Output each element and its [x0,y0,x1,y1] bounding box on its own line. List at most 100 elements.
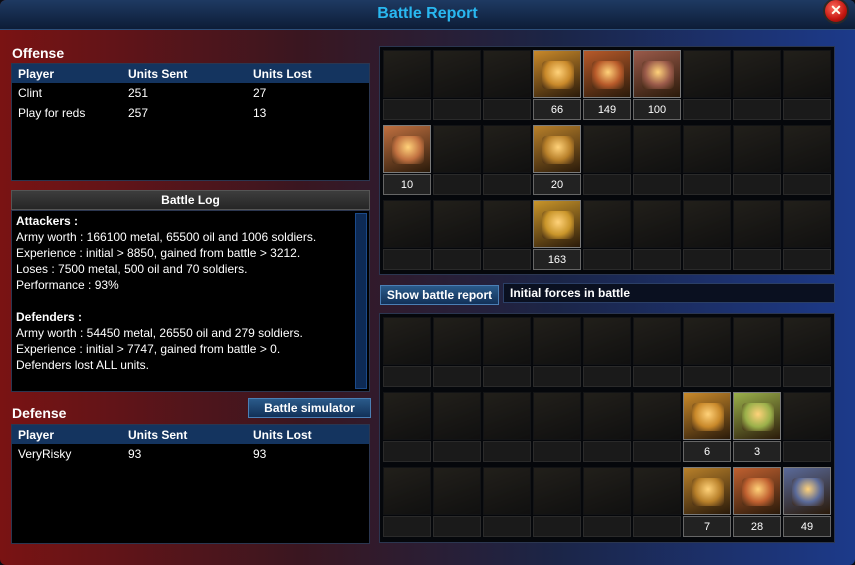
unit-slot[interactable] [683,125,731,197]
unit-slot[interactable] [633,125,681,197]
unit-slot[interactable] [383,317,431,389]
unit-slot[interactable]: 163 [533,200,581,272]
unit-slot[interactable] [733,200,781,272]
unit-slot[interactable] [483,200,531,272]
unit-count [533,441,581,462]
unit-slot[interactable] [483,50,531,122]
unit-slot[interactable]: 100 [633,50,681,122]
unit-count [433,99,481,120]
unit-sprite [392,136,424,164]
show-battle-report-button[interactable]: Show battle report [380,285,499,305]
mech-icon [683,467,731,515]
unit-slot[interactable] [383,200,431,272]
artillery-icon [533,125,581,173]
unit-slot[interactable]: 3 [733,392,781,464]
unit-slot[interactable] [383,50,431,122]
unit-slot[interactable] [433,317,481,389]
unit-slot[interactable] [633,317,681,389]
unit-slot[interactable] [583,125,631,197]
unit-slot[interactable] [683,317,731,389]
battle-simulator-button[interactable]: Battle simulator [248,398,371,418]
log-blank-line [16,293,349,309]
unit-slot[interactable] [783,392,831,464]
apc-icon [633,392,681,440]
unit-count [383,249,431,270]
unit-slot[interactable] [683,200,731,272]
unit-slot[interactable] [433,125,481,197]
log-line: Experience : initial > 7747, gained from… [16,342,281,356]
gunner-icon [433,317,481,365]
unit-slot[interactable]: 20 [533,125,581,197]
unit-slot[interactable] [533,467,581,539]
unit-slot[interactable] [583,317,631,389]
title-bar: Battle Report [0,0,855,30]
unit-slot[interactable] [533,392,581,464]
unit-slot[interactable] [783,125,831,197]
unit-count [433,174,481,195]
unit-count [583,516,631,537]
unit-count: 49 [783,516,831,537]
plasma-tank-icon [633,200,681,248]
unit-slot[interactable]: 66 [533,50,581,122]
unit-slot[interactable]: 149 [583,50,631,122]
unit-count [783,366,831,387]
engineer-icon [483,467,531,515]
table-row[interactable]: Play for reds 257 13 [12,103,369,123]
unit-slot[interactable] [733,125,781,197]
unit-slot[interactable] [783,200,831,272]
unit-slot[interactable]: 10 [383,125,431,197]
unit-count [383,99,431,120]
unit-slot[interactable]: 49 [783,467,831,539]
table-row[interactable]: Clint 251 27 [12,83,369,103]
unit-count: 7 [683,516,731,537]
mech-icon [683,317,731,365]
unit-slot[interactable] [533,317,581,389]
unit-slot[interactable] [633,200,681,272]
log-line: Defenders lost ALL units. [16,358,149,372]
unit-slot[interactable] [483,467,531,539]
initial-forces-label: Initial forces in battle [503,283,835,303]
tank-icon [533,50,581,98]
unit-slot[interactable] [433,467,481,539]
unit-count [383,441,431,462]
units-sent: 93 [128,447,142,461]
units-lost: 93 [253,447,267,461]
apc-icon [633,125,681,173]
column-header-units-lost: Units Lost [247,64,369,83]
unit-slot[interactable] [733,50,781,122]
defense-table-panel: Player Units Sent Units Lost VeryRisky 9… [11,424,370,544]
unit-slot[interactable] [433,50,481,122]
unit-slot[interactable] [483,392,531,464]
unit-slot[interactable] [733,317,781,389]
unit-slot[interactable] [433,392,481,464]
sniper-icon [483,50,531,98]
unit-count [683,174,731,195]
unit-slot[interactable] [483,317,531,389]
offense-header-row: Player Units Sent Units Lost [12,64,369,83]
unit-slot[interactable] [383,392,431,464]
unit-slot[interactable] [683,50,731,122]
table-row[interactable]: VeryRisky 93 93 [12,444,369,464]
unit-slot[interactable] [583,392,631,464]
walker-icon [733,125,781,173]
unit-slot[interactable]: 6 [683,392,731,464]
unit-slot[interactable] [583,200,631,272]
unit-count [633,249,681,270]
battle-log-heading: Battle Log [11,190,370,210]
window-title: Battle Report [377,5,478,22]
infantry-icon [383,467,431,515]
unit-slot[interactable] [383,467,431,539]
unit-slot[interactable] [633,467,681,539]
unit-slot[interactable] [433,200,481,272]
unit-slot[interactable] [583,467,631,539]
unit-sprite [542,211,574,239]
unit-slot[interactable]: 28 [733,467,781,539]
unit-slot[interactable] [783,317,831,389]
column-header-units-lost: Units Lost [247,425,369,444]
unit-slot[interactable] [633,392,681,464]
log-scrollbar[interactable] [355,213,367,389]
unit-slot[interactable]: 7 [683,467,731,539]
unit-slot[interactable] [483,125,531,197]
unit-slot[interactable] [783,50,831,122]
unit-count [383,516,431,537]
